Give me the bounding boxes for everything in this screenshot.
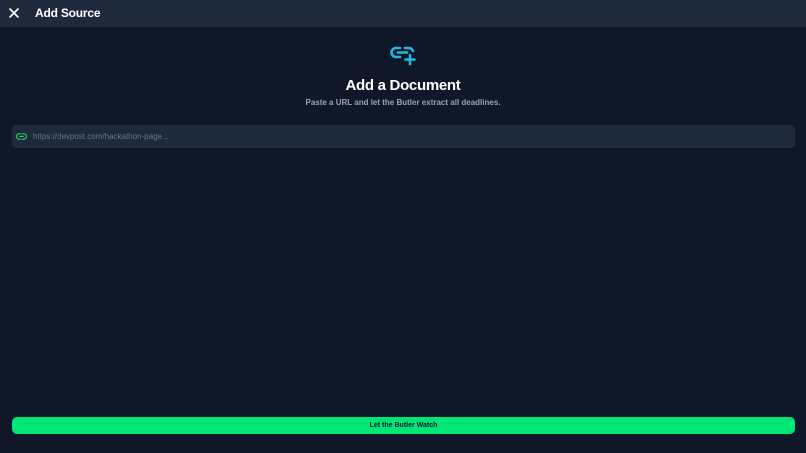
link-icon [16, 133, 27, 140]
let-butler-watch-button[interactable]: Let the Butler Watch [12, 417, 795, 434]
top-bar: Add Source [0, 0, 806, 27]
add-source-screen: Add Source Add a Document Paste a URL an… [0, 0, 806, 453]
close-button[interactable] [7, 5, 21, 21]
url-field[interactable] [12, 125, 795, 148]
page-title: Add Source [35, 6, 101, 20]
link-add-icon [390, 46, 416, 66]
document-heading: Add a Document [345, 77, 461, 94]
close-icon [9, 8, 19, 18]
instruction-text: Paste a URL and let the Butler extract a… [305, 98, 501, 107]
url-input[interactable] [33, 125, 788, 148]
